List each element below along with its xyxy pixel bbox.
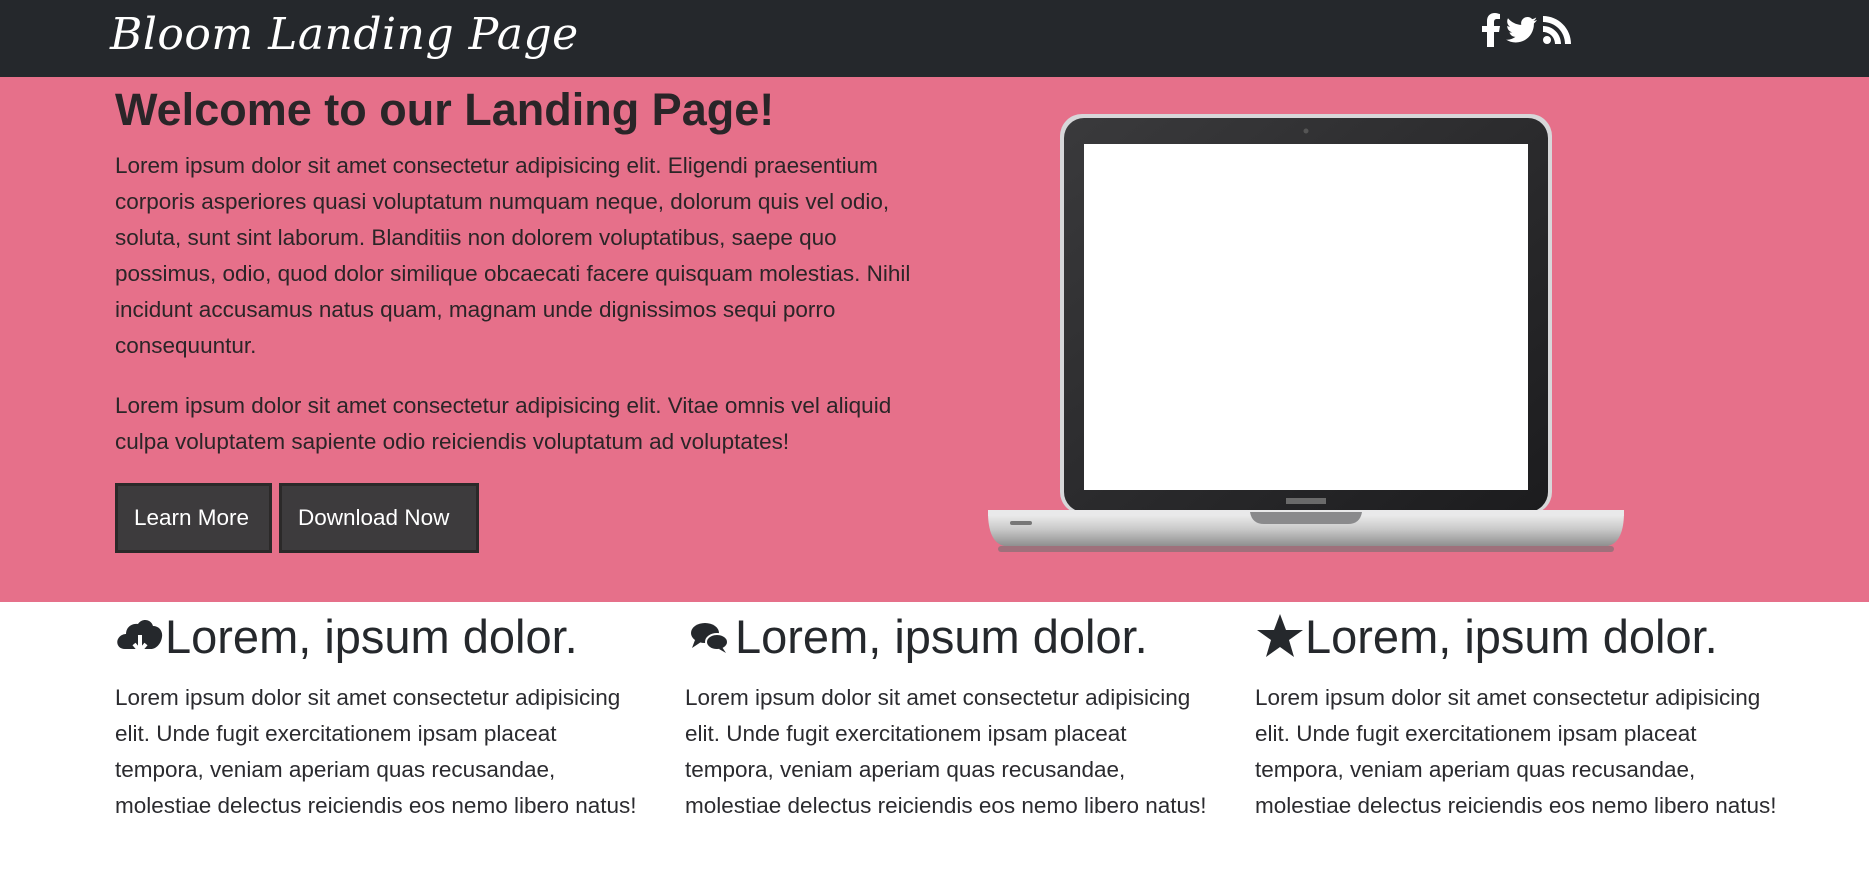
feature-header: Lorem, ipsum dolor. <box>685 606 1225 666</box>
feature-card: Lorem, ipsum dolor. Lorem ipsum dolor si… <box>1255 606 1795 824</box>
rss-icon[interactable] <box>1542 15 1572 49</box>
cloud-download-icon <box>115 611 165 661</box>
download-now-button[interactable]: Download Now <box>279 483 479 553</box>
feature-header: Lorem, ipsum dolor. <box>1255 606 1795 666</box>
comments-icon <box>685 611 735 661</box>
navbar: Bloom Landing Page <box>0 0 1869 77</box>
facebook-icon[interactable] <box>1480 13 1502 51</box>
feature-text: Lorem ipsum dolor sit amet consectetur a… <box>115 685 637 818</box>
twitter-icon[interactable] <box>1505 15 1538 49</box>
brand-logo[interactable]: Bloom Landing Page <box>110 0 579 70</box>
feature-title: Lorem, ipsum dolor. <box>165 609 578 663</box>
learn-more-button[interactable]: Learn More <box>115 483 272 553</box>
star-icon <box>1255 611 1305 661</box>
hero-title: Welcome to our Landing Page! <box>115 84 775 135</box>
feature-text: Lorem ipsum dolor sit amet consectetur a… <box>685 685 1207 818</box>
feature-text: Lorem ipsum dolor sit amet consectetur a… <box>1255 685 1777 818</box>
feature-title: Lorem, ipsum dolor. <box>1305 609 1718 663</box>
feature-title: Lorem, ipsum dolor. <box>735 609 1148 663</box>
hero-paragraph-2: Lorem ipsum dolor sit amet consectetur a… <box>115 393 892 454</box>
hero-paragraph-1: Lorem ipsum dolor sit amet consectetur a… <box>115 153 911 358</box>
feature-header: Lorem, ipsum dolor. <box>115 606 655 666</box>
feature-card: Lorem, ipsum dolor. Lorem ipsum dolor si… <box>115 606 655 824</box>
feature-card: Lorem, ipsum dolor. Lorem ipsum dolor si… <box>685 606 1225 824</box>
social-links <box>1480 12 1572 52</box>
laptop-image <box>988 112 1624 554</box>
